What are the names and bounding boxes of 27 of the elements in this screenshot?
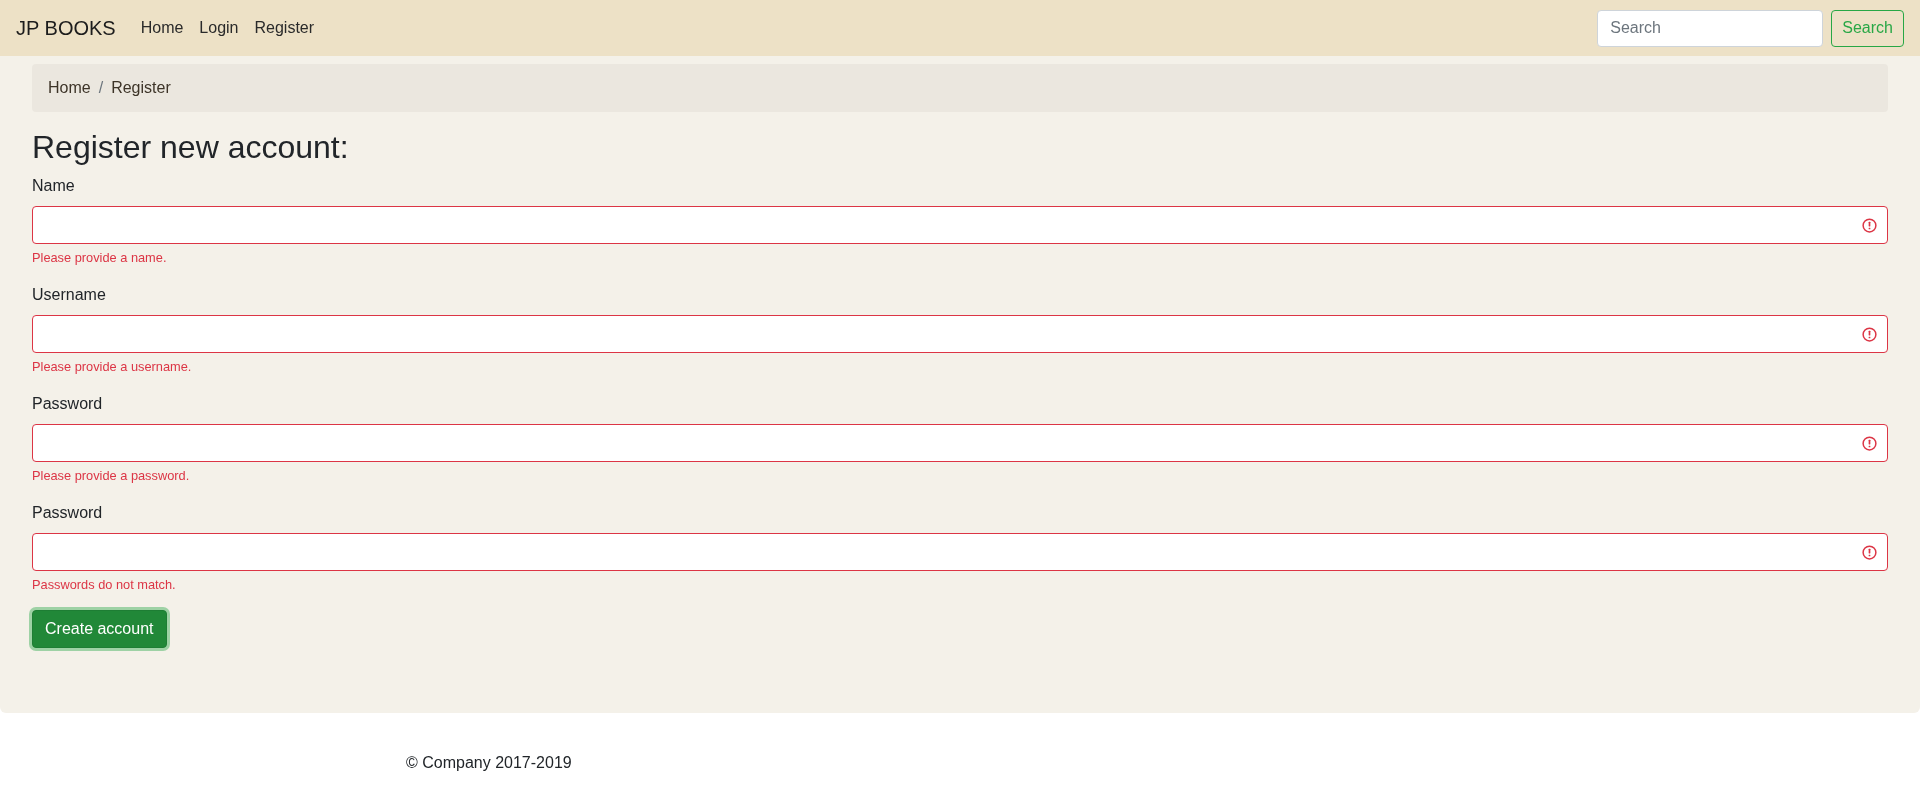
copyright-text: © Company 2017-2019 xyxy=(406,753,572,772)
search-field[interactable]: Search xyxy=(1597,9,1824,47)
field-label: Username xyxy=(32,285,106,306)
field-label: Password xyxy=(32,394,103,415)
breadcrumb-link[interactable]: Register xyxy=(111,79,171,97)
exclamation-circle-icon xyxy=(1862,217,1877,233)
error-message: Please provide a name. xyxy=(32,249,167,268)
exclamation-circle-icon xyxy=(1862,544,1877,560)
create-account-button[interactable]: Create account xyxy=(32,610,167,649)
input-field[interactable] xyxy=(32,206,1888,245)
breadcrumb-link[interactable]: Home xyxy=(48,79,91,97)
nav-link[interactable]: Login xyxy=(191,19,247,37)
page-heading: Register new account: xyxy=(32,128,350,167)
input-field[interactable] xyxy=(32,424,1888,463)
field-label: Password xyxy=(32,503,103,524)
input-field[interactable] xyxy=(32,533,1888,572)
nav-link[interactable]: Register xyxy=(246,19,323,37)
input-field[interactable] xyxy=(32,315,1888,354)
breadcrumb-separator: / xyxy=(97,79,105,97)
error-message: Passwords do not match. xyxy=(32,576,176,595)
exclamation-circle-icon xyxy=(1862,435,1877,451)
error-message: Please provide a username. xyxy=(32,358,192,377)
field-label: Name xyxy=(32,176,75,197)
error-message: Please provide a password. xyxy=(32,467,190,486)
brand-link[interactable]: JP BOOKS xyxy=(16,16,116,40)
exclamation-circle-icon xyxy=(1862,326,1877,342)
nav-link[interactable]: Home xyxy=(132,19,192,37)
